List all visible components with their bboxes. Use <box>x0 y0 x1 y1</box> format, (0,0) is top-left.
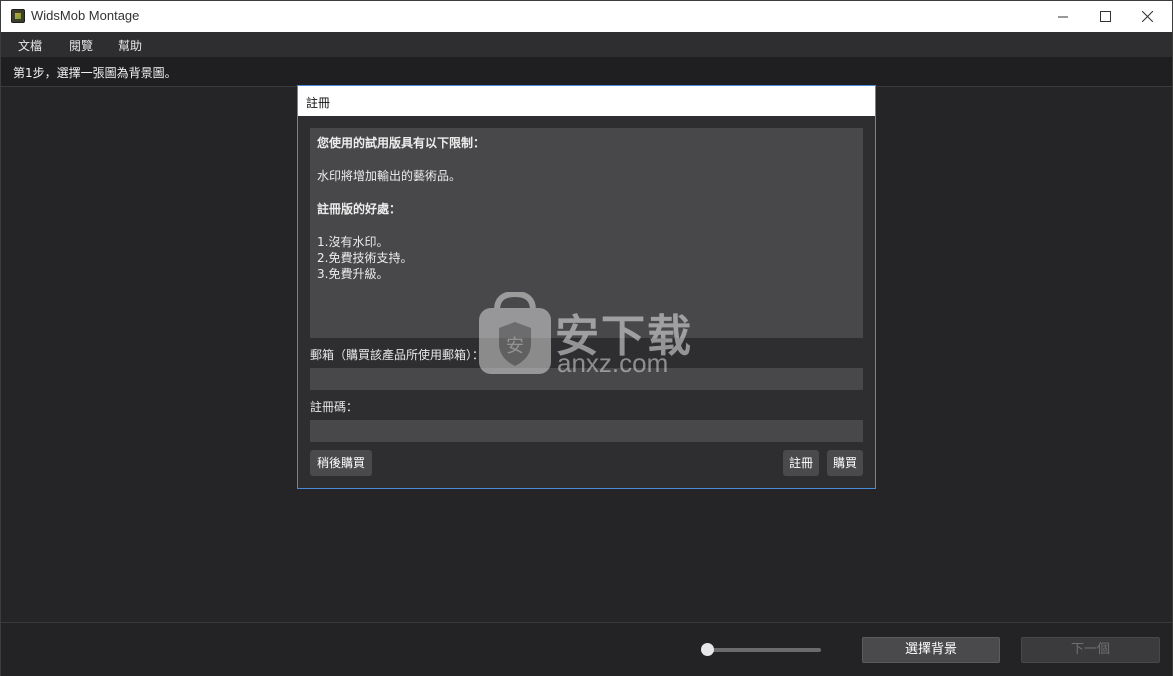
email-label: 郵箱（購買該產品所使用郵箱）： <box>310 348 485 362</box>
window-title: WidsMob Montage <box>31 8 140 23</box>
trial-info-box: 您使用的試用版具有以下限制： 水印將增加輸出的藝術品。 註冊版的好處： 1.沒有… <box>310 128 863 338</box>
registration-code-field[interactable] <box>310 420 863 442</box>
step-bar: 第1步，選擇一張圖為背景圖。 <box>1 57 1172 87</box>
close-button[interactable] <box>1124 1 1170 32</box>
maximize-icon <box>1099 11 1111 22</box>
dialog-title: 註冊 <box>306 96 331 110</box>
trial-limits-heading: 您使用的試用版具有以下限制： <box>317 136 486 150</box>
registration-dialog: 註冊 您使用的試用版具有以下限制： 水印將增加輸出的藝術品。 註冊版的好處： 1… <box>297 85 876 489</box>
benefit-item: 2.免費技術支持。 <box>317 251 413 265</box>
zoom-slider-handle[interactable] <box>701 643 714 656</box>
benefit-item: 1.沒有水印。 <box>317 235 389 249</box>
title-bar: WidsMob Montage <box>1 1 1172 32</box>
step-instruction: 第1步，選擇一張圖為背景圖。 <box>13 66 177 80</box>
menu-bar: 文檔 閱覽 幫助 <box>1 32 1172 57</box>
app-icon <box>11 9 25 23</box>
menu-view[interactable]: 閱覽 <box>69 37 93 54</box>
email-field[interactable] <box>310 368 863 390</box>
registration-code-label: 註冊碼： <box>310 400 359 414</box>
benefit-item: 3.免費升級。 <box>317 267 389 281</box>
bottom-bar: 選擇背景 下一個 <box>1 622 1172 676</box>
trial-limit-line: 水印將增加輸出的藝術品。 <box>317 169 462 183</box>
menu-file[interactable]: 文檔 <box>18 37 42 54</box>
maximize-button[interactable] <box>1082 1 1128 32</box>
next-button[interactable]: 下一個 <box>1021 637 1160 663</box>
buy-button[interactable]: 購買 <box>827 450 863 476</box>
dialog-title-bar: 註冊 <box>298 86 875 116</box>
zoom-slider-track[interactable] <box>707 648 821 652</box>
select-background-button[interactable]: 選擇背景 <box>862 637 1000 663</box>
menu-help[interactable]: 幫助 <box>118 37 142 54</box>
register-button[interactable]: 註冊 <box>783 450 819 476</box>
benefits-heading: 註冊版的好處： <box>317 202 402 216</box>
buy-later-button[interactable]: 稍後購買 <box>310 450 372 476</box>
minimize-button[interactable] <box>1040 1 1086 32</box>
minimize-icon <box>1057 16 1068 18</box>
close-icon <box>1141 11 1153 22</box>
